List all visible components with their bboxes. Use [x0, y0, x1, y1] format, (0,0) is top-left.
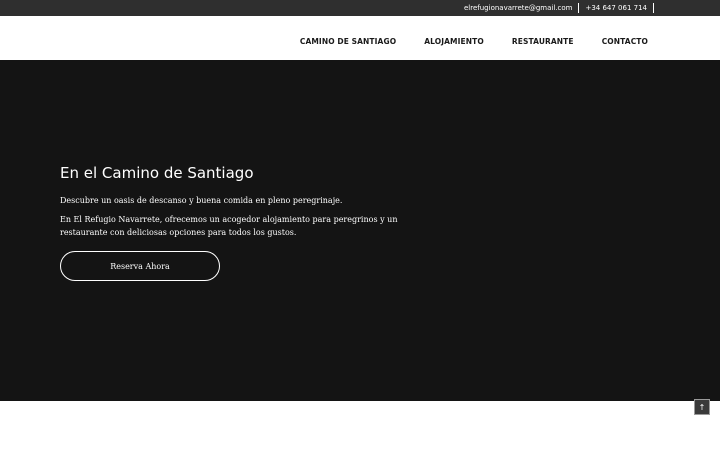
nav-item-camino-de-santiago[interactable]: CAMINO DE SANTIAGO: [300, 37, 396, 46]
reserva-ahora-button[interactable]: Reserva Ahora: [60, 251, 220, 281]
hero-title: En el Camino de Santiago: [60, 164, 254, 182]
hero-section: En el Camino de Santiago Descubre un oas…: [0, 60, 720, 401]
nav-item-alojamiento[interactable]: ALOJAMIENTO: [424, 37, 484, 46]
email-link[interactable]: elrefugionavarrete@gmail.com: [464, 4, 572, 12]
hero-paragraph-2: En El Refugio Navarrete, ofrecemos un ac…: [60, 215, 398, 237]
site-header: CAMINO DE SANTIAGO ALOJAMIENTO RESTAURAN…: [0, 16, 720, 60]
main-nav: CAMINO DE SANTIAGO ALOJAMIENTO RESTAURAN…: [277, 29, 648, 48]
phone-link[interactable]: +34 647 061 714: [585, 4, 647, 12]
nav-item-contacto[interactable]: CONTACTO: [602, 37, 648, 46]
top-bar: elrefugionavarrete@gmail.com +34 647 061…: [0, 0, 720, 16]
arrow-up-icon: ↑: [698, 402, 706, 412]
topbar-divider: [653, 3, 654, 13]
nav-item-restaurante[interactable]: RESTAURANTE: [512, 37, 574, 46]
scroll-to-top-button[interactable]: ↑: [694, 399, 710, 415]
hero-paragraph-1: Descubre un oasis de descanso y buena co…: [60, 196, 343, 205]
topbar-divider: [578, 3, 580, 13]
